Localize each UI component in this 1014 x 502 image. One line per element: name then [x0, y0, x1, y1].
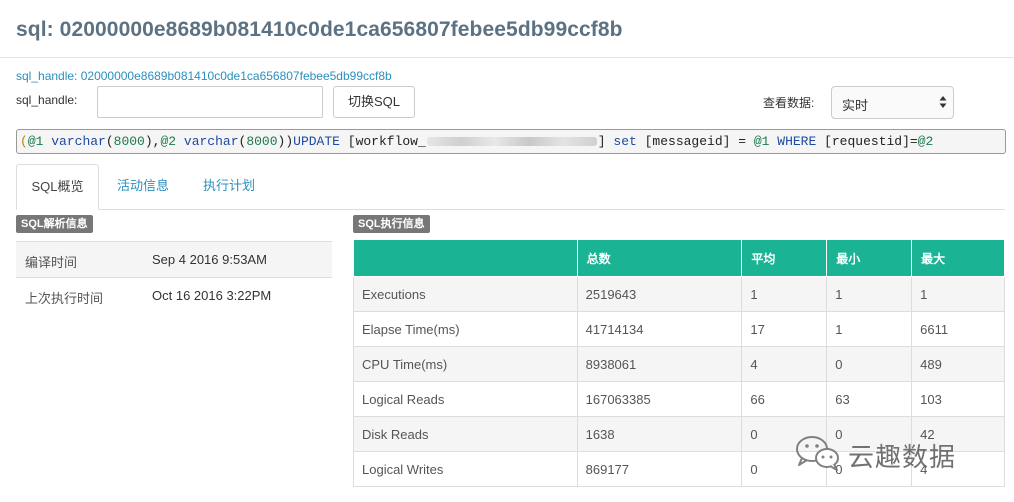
metric-name: Logical Writes [353, 451, 578, 487]
sql-exec-info-badge: SQL执行信息 [353, 215, 430, 233]
table-row: Executions 2519643 1 1 1 [353, 276, 1005, 312]
sql-text-start: (@1 varchar(8000),@2 varchar(8000))UPDAT… [20, 134, 426, 149]
sql-text-end: ] set [messageid] = @1 WHERE [requestid]… [597, 134, 934, 149]
metric-total: 8938061 [576, 346, 743, 382]
redacted-table-name [426, 137, 597, 147]
table-row: Logical Reads 167063385 66 63 103 [353, 381, 1005, 417]
sql-handle-input[interactable] [97, 86, 323, 118]
column-header [353, 240, 578, 277]
column-header: 总数 [576, 240, 743, 277]
metric-total: 869177 [576, 451, 743, 487]
title-divider [0, 57, 1014, 58]
metric-max: 6611 [911, 311, 1005, 347]
metric-min: 1 [826, 276, 913, 312]
tab-bar: SQL概览 活动信息 执行计划 [16, 164, 1005, 210]
tab-sql-overview[interactable]: SQL概览 [16, 164, 99, 210]
view-data-select-value: 实时 [842, 98, 869, 113]
view-data-select[interactable]: 实时 [831, 86, 954, 119]
metric-name: Elapse Time(ms) [353, 311, 578, 347]
table-header-row: 总数 平均 最小 最大 [353, 240, 1005, 277]
sql-parse-info-badge: SQL解析信息 [16, 215, 93, 233]
page-title: sql: 02000000e8689b081410c0de1ca656807fe… [16, 18, 623, 41]
metric-max: 103 [911, 381, 1005, 417]
metric-min: 63 [826, 381, 913, 417]
metric-avg: 66 [741, 381, 828, 417]
metric-name: Logical Reads [353, 381, 578, 417]
metric-total: 1638 [576, 416, 743, 452]
table-row: Elapse Time(ms) 41714134 17 1 6611 [353, 311, 1005, 347]
metric-total: 2519643 [576, 276, 743, 312]
metric-name: Disk Reads [353, 416, 578, 452]
watermark-text: 云趣数据 [848, 442, 957, 472]
info-value: Oct 16 2016 3:22PM [152, 288, 272, 303]
metric-avg: 1 [741, 276, 828, 312]
column-header: 平均 [741, 240, 828, 277]
column-header: 最小 [826, 240, 913, 277]
metric-name: CPU Time(ms) [353, 346, 578, 382]
metric-avg: 17 [741, 311, 828, 347]
info-row-last-exec-time: 上次执行时间 Oct 16 2016 3:22PM [16, 277, 332, 313]
info-value: Sep 4 2016 9:53AM [152, 252, 267, 267]
tab-execution-plan[interactable]: 执行计划 [203, 164, 255, 209]
switch-sql-button[interactable]: 切换SQL [333, 86, 415, 118]
metric-total: 167063385 [576, 381, 743, 417]
info-key: 编译时间 [25, 255, 78, 270]
metric-max: 489 [911, 346, 1005, 382]
wechat-icon [796, 436, 839, 471]
view-data-label: 查看数据: [763, 96, 815, 110]
info-row-compile-time: 编译时间 Sep 4 2016 9:53AM [16, 241, 332, 277]
watermark: 云趣数据 [793, 431, 993, 475]
table-row: CPU Time(ms) 8938061 4 0 489 [353, 346, 1005, 382]
tab-activity-info[interactable]: 活动信息 [117, 164, 169, 209]
sql-parse-info-table: 编译时间 Sep 4 2016 9:53AM 上次执行时间 Oct 16 201… [16, 241, 332, 313]
sql-text-box[interactable]: (@1 varchar(8000),@2 varchar(8000))UPDAT… [16, 129, 1006, 154]
metric-total: 41714134 [576, 311, 743, 347]
metric-name: Executions [353, 276, 578, 312]
sql-handle-link[interactable]: sql_handle: 02000000e8689b081410c0de1ca6… [16, 69, 392, 83]
metric-min: 1 [826, 311, 913, 347]
sql-handle-label: sql_handle: [16, 93, 78, 107]
metric-max: 1 [911, 276, 1005, 312]
select-updown-icon [939, 96, 947, 108]
metric-avg: 4 [741, 346, 828, 382]
metric-min: 0 [826, 346, 913, 382]
column-header: 最大 [911, 240, 1005, 277]
info-key: 上次执行时间 [25, 291, 104, 306]
